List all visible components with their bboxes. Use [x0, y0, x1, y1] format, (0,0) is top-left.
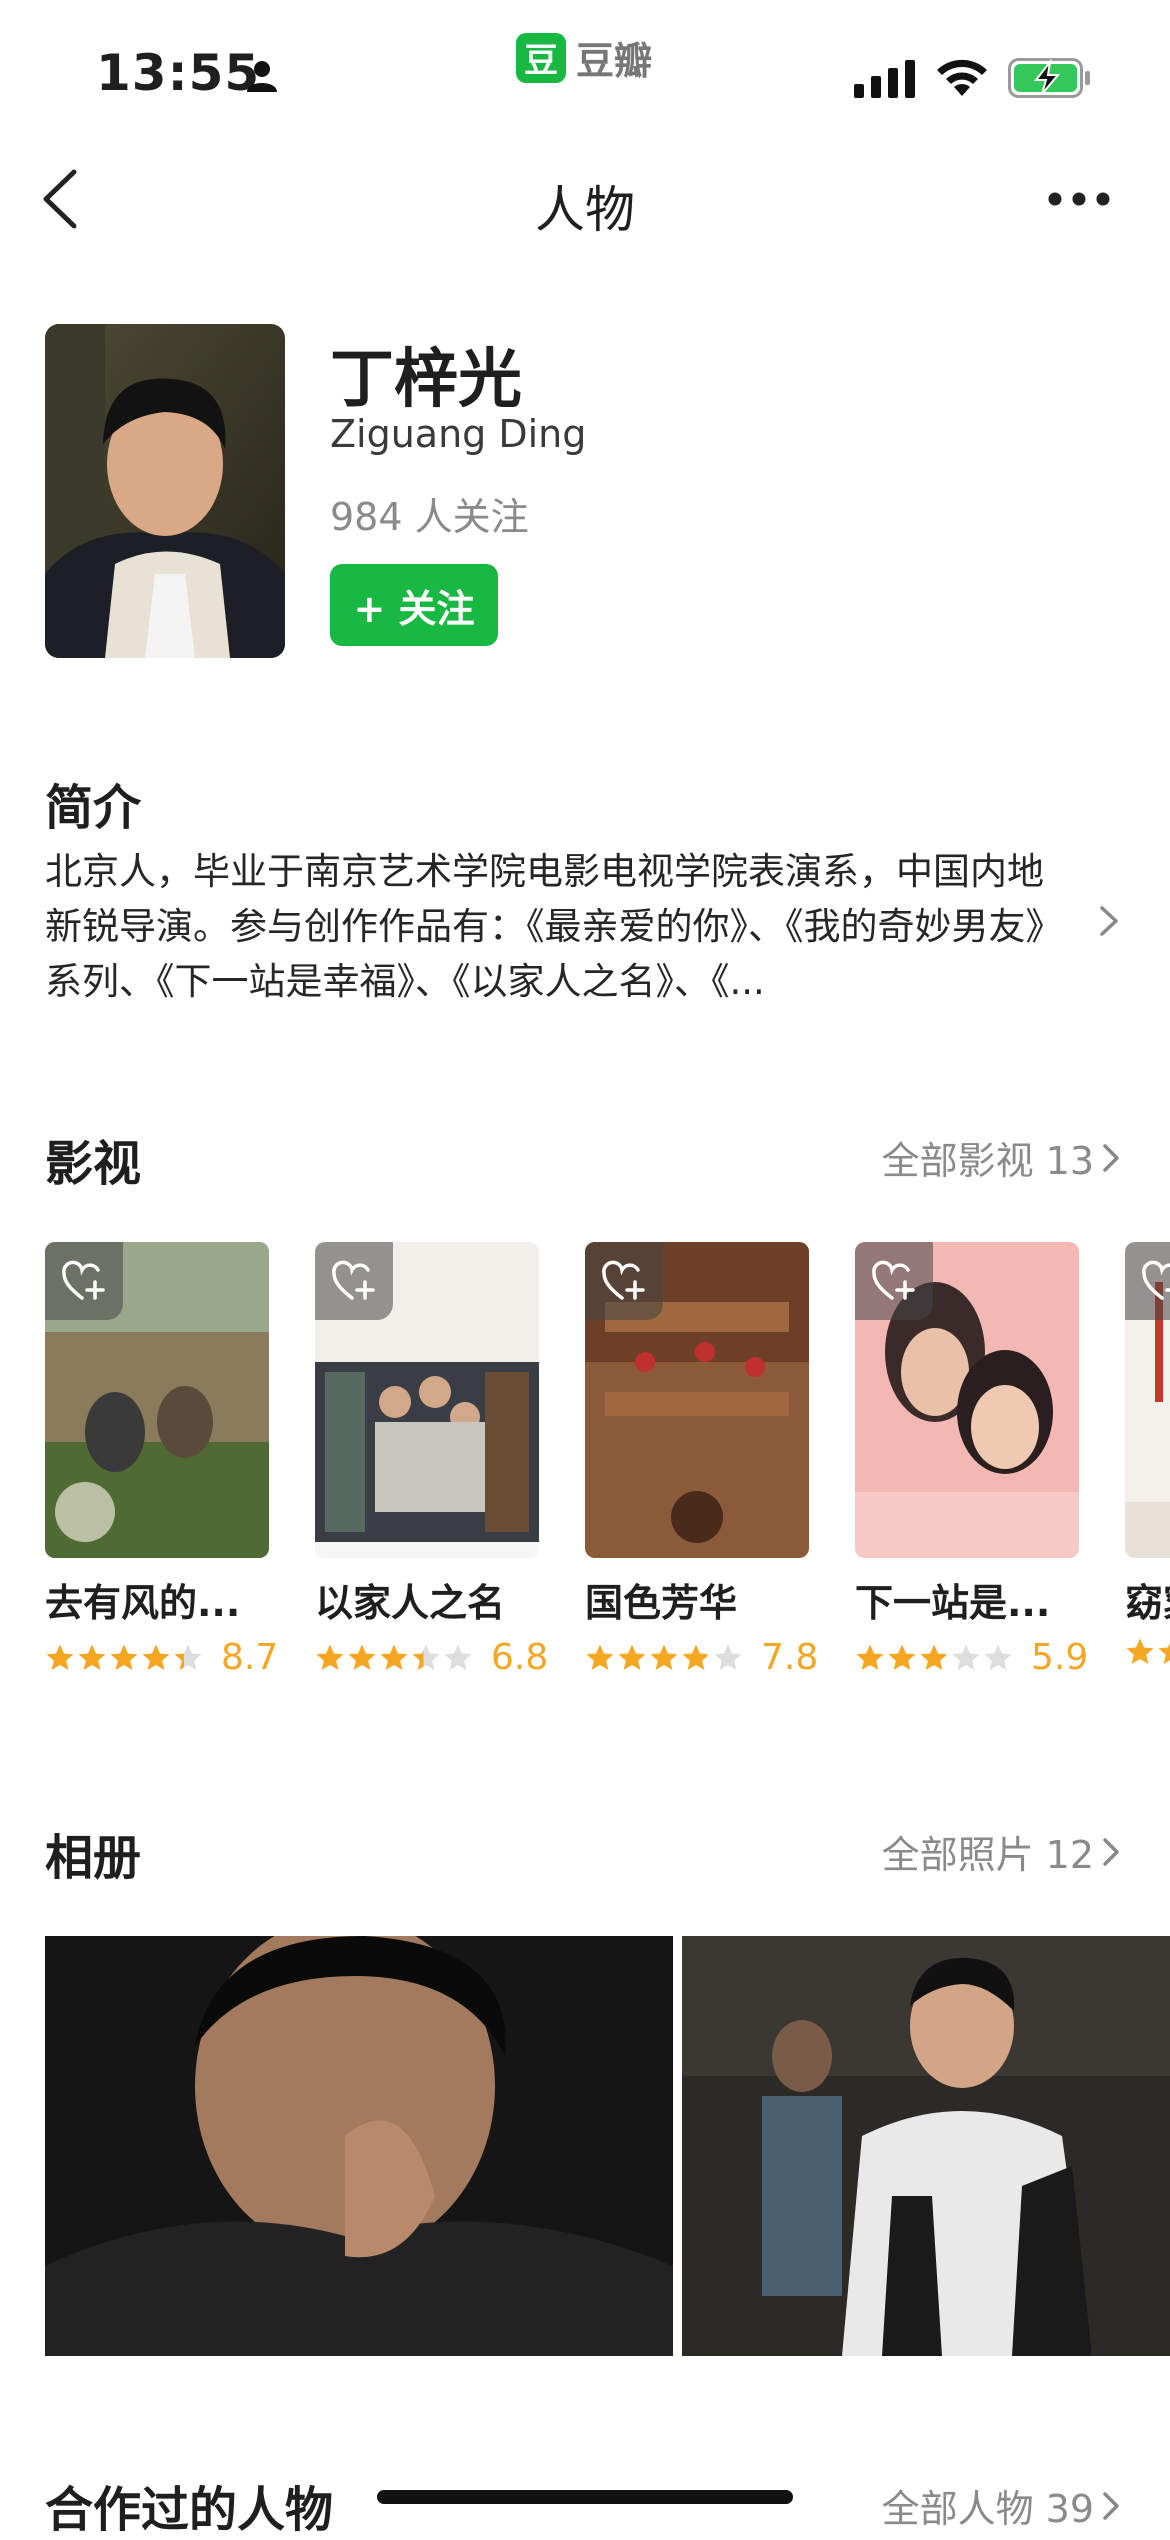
app-name: 豆瓣 [576, 39, 653, 83]
film-poster[interactable] [855, 1242, 1079, 1558]
star-icon [348, 1644, 376, 1670]
film-score: 6.8 [491, 1637, 549, 1678]
star-rating [1125, 1637, 1170, 1667]
film-score: 5.9 [1031, 1637, 1089, 1678]
star-icon [380, 1644, 408, 1670]
film-rating: 6.8 [315, 1637, 548, 1678]
film-card[interactable]: 窈窕 [1125, 1242, 1170, 1667]
album-section-title: 相册 [45, 1830, 142, 1886]
add-to-wishlist-icon[interactable] [1125, 1242, 1170, 1320]
star-icon [174, 1644, 202, 1670]
star-icon [888, 1644, 916, 1670]
douban-logo-icon: 豆 [516, 32, 566, 83]
chevron-right-icon [1103, 1837, 1119, 1866]
star-icon [1158, 1643, 1170, 1664]
film-title: 去有风的... [45, 1581, 241, 1625]
film-rating [1125, 1637, 1170, 1667]
film-rating: 8.7 [45, 1637, 278, 1678]
film-title: 窈窕 [1125, 1581, 1170, 1625]
home-indicator[interactable] [377, 2490, 793, 2504]
star-icon [618, 1644, 646, 1670]
films-carousel[interactable]: 去有风的... 8.7 以家人之名 6.8 国色芳华 7.8 下一站是... 5… [45, 1242, 1170, 1682]
add-to-wishlist-icon[interactable] [855, 1242, 933, 1320]
app-badge[interactable]: 豆 豆瓣 [516, 30, 652, 85]
page-title: 人物 [535, 181, 635, 239]
intro-text[interactable]: 北京人，毕业于南京艺术学院电影电视学院表演系，中国内地新锐导演。参与创作作品有：… [45, 844, 1065, 1009]
star-rating [45, 1643, 203, 1673]
star-icon [444, 1644, 472, 1670]
film-rating: 5.9 [855, 1637, 1088, 1678]
all-photos-link[interactable]: 全部照片 12 [882, 1824, 1120, 1879]
star-icon [586, 1644, 614, 1670]
star-icon [682, 1644, 710, 1670]
battery-charging-icon [1008, 58, 1090, 98]
star-icon [984, 1644, 1012, 1670]
add-to-wishlist-icon[interactable] [315, 1242, 393, 1320]
collaborators-section-title: 合作过的人物 [45, 2482, 334, 2538]
status-bar: 13:55 豆 豆瓣 [0, 0, 1170, 140]
film-title: 以家人之名 [315, 1581, 506, 1625]
film-score: 8.7 [221, 1637, 279, 1678]
star-icon [920, 1644, 948, 1670]
chevron-right-icon[interactable] [1098, 904, 1120, 938]
person-icon [247, 61, 277, 92]
add-to-wishlist-icon[interactable] [45, 1242, 123, 1320]
star-icon [714, 1644, 742, 1670]
person-name-cn: 丁梓光 [330, 343, 522, 417]
film-poster[interactable] [1125, 1242, 1170, 1558]
film-card[interactable]: 国色芳华 7.8 [585, 1242, 818, 1678]
wifi-icon [937, 59, 987, 96]
star-rating [315, 1643, 473, 1673]
film-poster[interactable] [315, 1242, 539, 1558]
star-icon [78, 1644, 106, 1670]
film-title: 国色芳华 [585, 1581, 738, 1625]
all-collaborators-link[interactable]: 全部人物 39 [882, 2478, 1120, 2533]
all-photos-label: 全部照片 12 [881, 1833, 1094, 1877]
film-card[interactable]: 去有风的... 8.7 [45, 1242, 278, 1678]
star-icon [46, 1644, 74, 1670]
follow-button[interactable]: + 关注 [330, 564, 498, 646]
album-photo[interactable] [682, 1936, 1170, 2356]
more-options-icon[interactable] [1046, 190, 1112, 208]
film-score: 7.8 [761, 1637, 819, 1678]
star-rating [585, 1643, 743, 1673]
add-to-wishlist-icon[interactable] [585, 1242, 663, 1320]
follower-count: 984 人关注 [330, 495, 529, 539]
intro-section-title: 简介 [45, 780, 142, 836]
all-collaborators-label: 全部人物 39 [881, 2487, 1094, 2531]
all-films-label: 全部影视 13 [881, 1139, 1094, 1183]
star-icon [142, 1644, 170, 1670]
star-icon [412, 1644, 440, 1670]
film-title: 下一站是... [855, 1581, 1051, 1625]
person-name-en: Ziguang Ding [330, 412, 587, 456]
all-films-link[interactable]: 全部影视 13 [882, 1130, 1120, 1185]
star-icon [952, 1644, 980, 1670]
films-section-title: 影视 [45, 1136, 142, 1192]
film-poster[interactable] [585, 1242, 809, 1558]
person-avatar[interactable] [45, 324, 285, 658]
film-rating: 7.8 [585, 1637, 818, 1678]
status-time: 13:55 [96, 44, 261, 102]
star-icon [110, 1644, 138, 1670]
nav-bar: 人物 [0, 150, 1170, 250]
star-icon [856, 1644, 884, 1670]
cellular-signal-icon [854, 60, 915, 98]
star-rating [855, 1643, 1013, 1673]
star-icon [1126, 1638, 1154, 1664]
album-photo[interactable] [45, 1936, 673, 2356]
film-card[interactable]: 以家人之名 6.8 [315, 1242, 548, 1678]
chevron-right-icon [1103, 1143, 1119, 1172]
star-icon [316, 1644, 344, 1670]
chevron-right-icon [1103, 2491, 1119, 2520]
film-card[interactable]: 下一站是... 5.9 [855, 1242, 1088, 1678]
star-icon [650, 1644, 678, 1670]
film-poster[interactable] [45, 1242, 269, 1558]
